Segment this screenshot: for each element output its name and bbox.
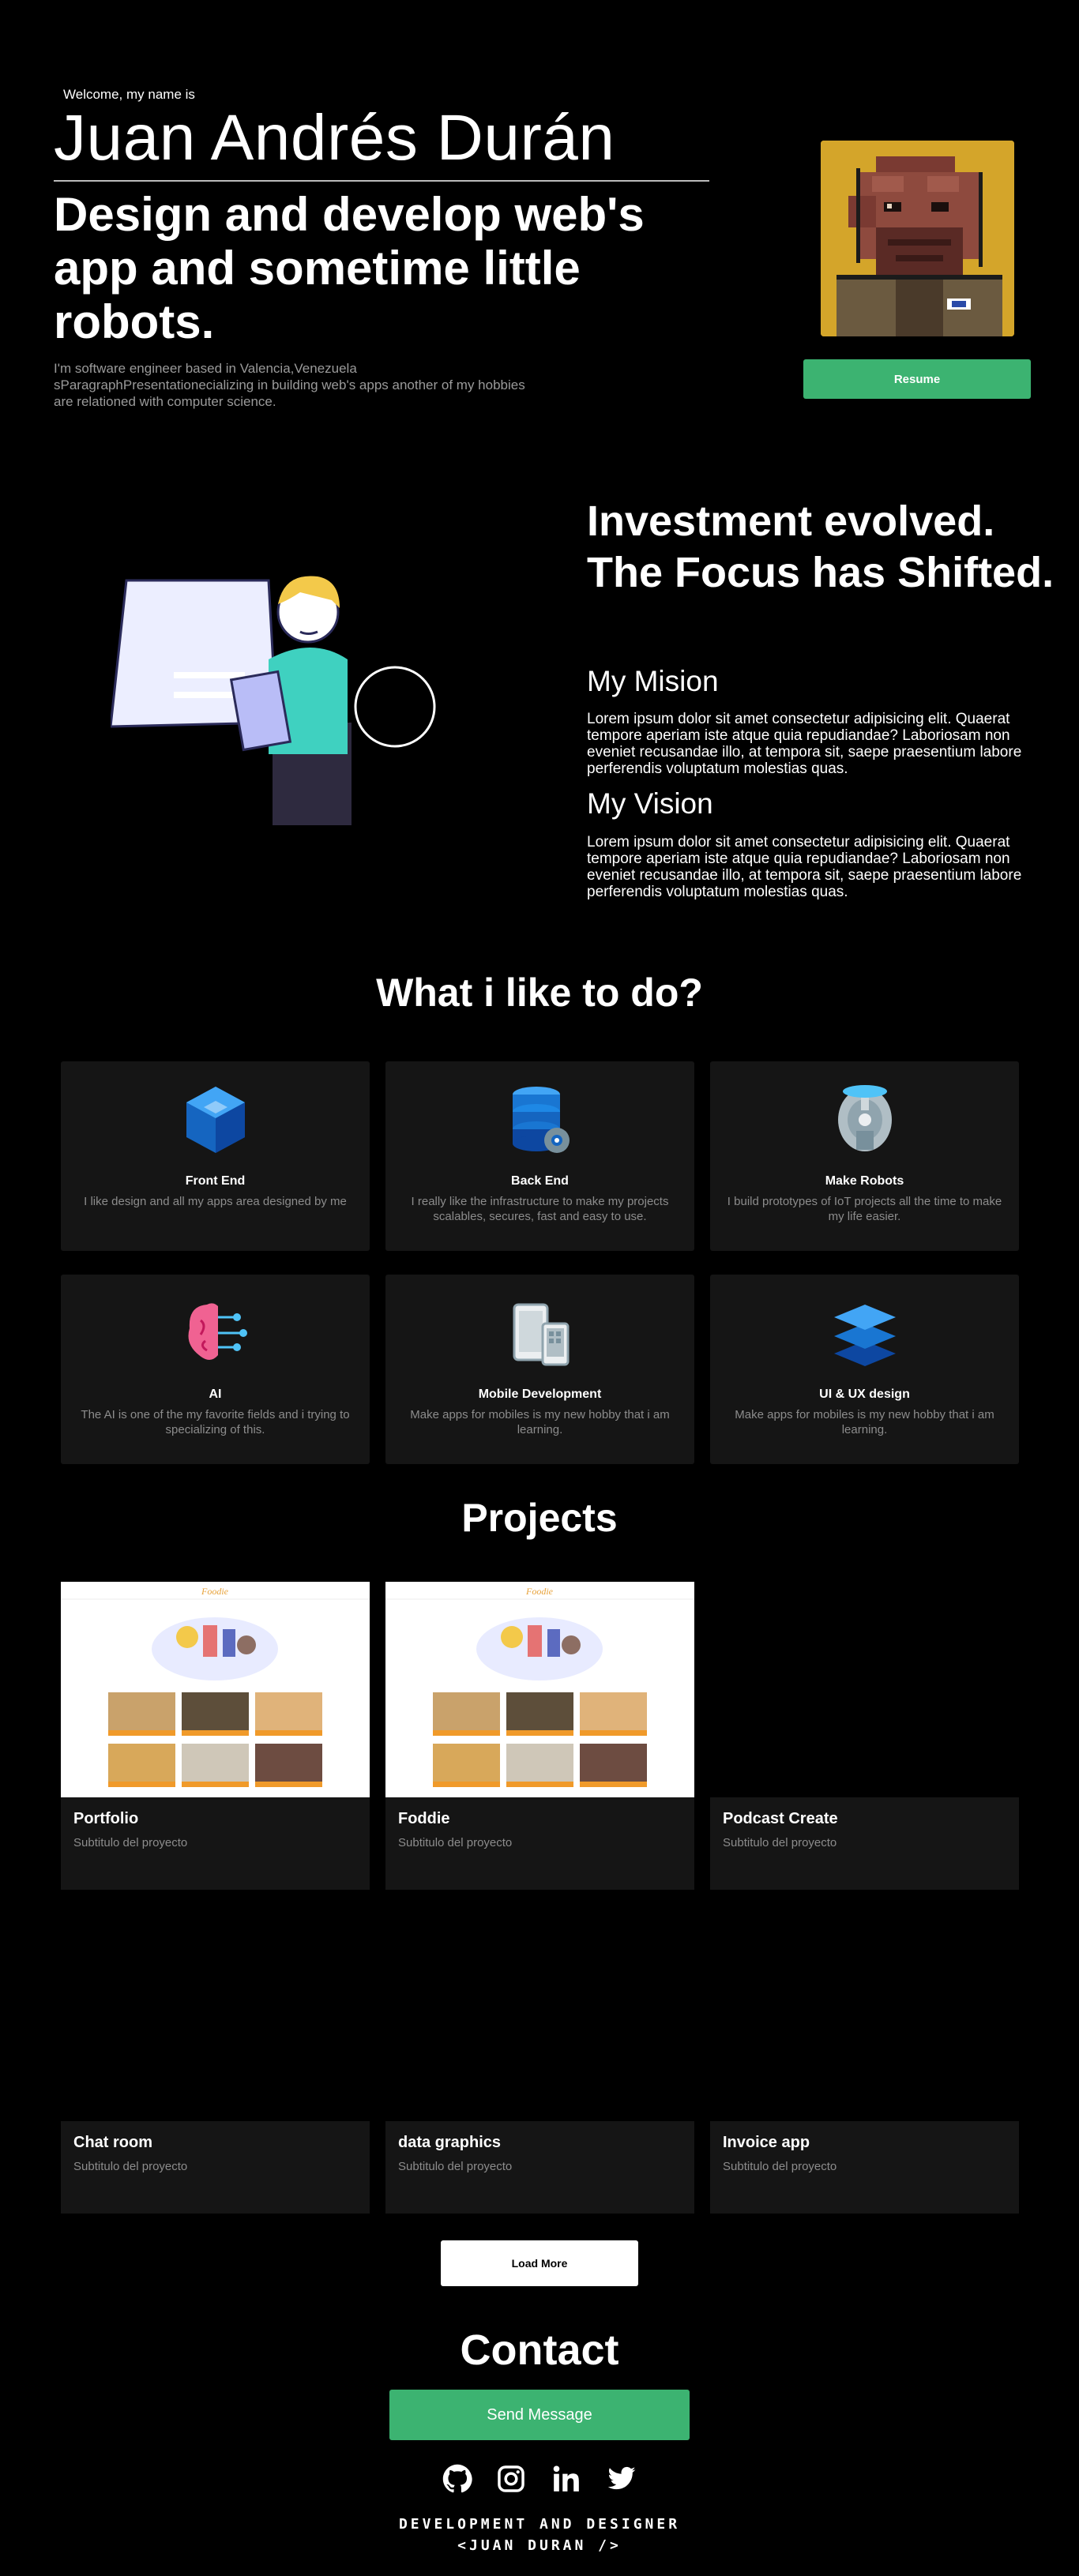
mision-text: Lorem ipsum dolor sit amet consectetur a…: [587, 711, 1022, 777]
project-screenshot: Foodie: [385, 1582, 694, 1797]
skill-card-ai: AI The AI is one of the my favorite fiel…: [61, 1275, 370, 1464]
instagram-icon[interactable]: [496, 2464, 526, 2494]
footer-line-2: <JUAN DURAN />: [457, 2537, 622, 2554]
card-desc: Make apps for mobiles is my new hobby th…: [410, 1408, 670, 1436]
skill-card-front-end: Front End I like design and all my apps …: [61, 1061, 370, 1251]
avatar: [821, 141, 1014, 336]
project-info: Portfolio Subtitulo del proyecto: [61, 1797, 370, 1890]
project-subtitle: Subtitulo del proyecto: [398, 2160, 513, 2173]
card-desc: Make apps for mobiles is my new hobby th…: [735, 1408, 994, 1436]
project-title: Invoice app: [723, 2134, 810, 2151]
vision-heading: My Vision: [587, 787, 713, 820]
project-card-invoice-app[interactable]: Invoice app Subtitulo del proyecto: [710, 1906, 1019, 2214]
send-message-button[interactable]: Send Message: [389, 2390, 690, 2440]
hero-section: Welcome, my name is Juan Andrés Durán De…: [0, 0, 1079, 442]
project-card-chat-room[interactable]: Chat room Subtitulo del proyecto: [61, 1906, 370, 2214]
social-links: [442, 2464, 640, 2495]
footer-line-1: DEVELOPMENT AND DESIGNER: [398, 2516, 681, 2533]
project-subtitle: Subtitulo del proyecto: [73, 2160, 188, 2173]
hero-tagline: Design and develop web's app and sometim…: [54, 188, 645, 348]
skill-card-mobile-development: Mobile Development Make apps for mobiles…: [385, 1275, 694, 1464]
project-subtitle: Subtitulo del proyecto: [73, 1836, 188, 1849]
card-desc: I really like the infrastructure to make…: [411, 1195, 669, 1223]
project-title: Chat room: [73, 2134, 152, 2151]
brain-circuit-icon: [183, 1297, 248, 1369]
card-title: Back End: [511, 1174, 569, 1188]
vision-text: Lorem ipsum dolor sit amet consectetur a…: [587, 834, 1022, 900]
load-more-button[interactable]: Load More: [441, 2240, 638, 2286]
project-title: Foddie: [398, 1810, 450, 1827]
layers-icon: [833, 1297, 897, 1369]
project-info: Invoice app Subtitulo del proyecto: [710, 2121, 1019, 2214]
devices-icon: [508, 1297, 573, 1369]
shot-brand-text: Foodie: [525, 1586, 554, 1597]
skill-card-back-end: Back End I really like the infrastructur…: [385, 1061, 694, 1251]
project-screenshot: [710, 1582, 1019, 1797]
card-title: AI: [209, 1388, 222, 1401]
mission-title: Investment evolved. The Focus has Shifte…: [587, 498, 1055, 596]
resume-button[interactable]: Resume: [803, 359, 1031, 399]
card-title: UI & UX design: [819, 1388, 910, 1401]
project-info: Chat room Subtitulo del proyecto: [61, 2121, 370, 2214]
project-info: Podcast Create Subtitulo del proyecto: [710, 1797, 1019, 1890]
skill-card-make-robots: Make Robots I build prototypes of IoT pr…: [710, 1061, 1019, 1251]
card-desc: I like design and all my apps area desig…: [84, 1195, 347, 1208]
project-subtitle: Subtitulo del proyecto: [723, 1836, 837, 1849]
welcome-text: Welcome, my name is: [63, 87, 195, 102]
spaceship-icon: [833, 1083, 897, 1156]
card-desc: I build prototypes of IoT projects all t…: [727, 1195, 1002, 1223]
intro-paragraph: I'm software engineer based in Valencia,…: [54, 361, 525, 409]
project-title: Portfolio: [73, 1810, 139, 1827]
project-info: data graphics Subtitulo del proyecto: [385, 2121, 694, 2214]
project-subtitle: Subtitulo del proyecto: [398, 1836, 513, 1849]
project-info: Foddie Subtitulo del proyecto: [385, 1797, 694, 1890]
pixel-avatar-icon: [821, 141, 1014, 336]
mision-heading: My Mision: [587, 665, 719, 697]
projects-title: Projects: [461, 1496, 618, 1540]
person-illustration: [109, 557, 442, 825]
project-screenshot: [710, 1906, 1019, 2121]
card-title: Front End: [185, 1174, 246, 1188]
skill-card-ui-ux-design: UI & UX design Make apps for mobiles is …: [710, 1275, 1019, 1464]
card-desc: The AI is one of the my favorite fields …: [81, 1408, 350, 1436]
project-card-podcast-create[interactable]: Podcast Create Subtitulo del proyecto: [710, 1582, 1019, 1890]
database-gear-icon: [508, 1083, 573, 1156]
project-screenshot: [61, 1906, 370, 2121]
card-title: Make Robots: [825, 1174, 904, 1188]
project-screenshot: Foodie: [61, 1582, 370, 1797]
person-with-document-icon: [109, 576, 436, 825]
cube-icon: [183, 1083, 248, 1156]
project-card-portfolio[interactable]: Foodie Portfolio Subtitulo del proyecto: [61, 1582, 370, 1890]
project-title: data graphics: [398, 2134, 502, 2151]
project-subtitle: Subtitulo del proyecto: [723, 2160, 837, 2173]
author-name: Juan Andrés Durán: [54, 102, 709, 182]
card-title: Mobile Development: [478, 1388, 602, 1401]
project-title: Podcast Create: [723, 1810, 838, 1827]
twitter-icon[interactable]: [607, 2464, 637, 2494]
project-card-foddie[interactable]: Foodie Foddie Subtitulo del proyecto: [385, 1582, 694, 1890]
likes-title: What i like to do?: [376, 971, 703, 1015]
linkedin-icon[interactable]: [551, 2464, 581, 2494]
project-screenshot: [385, 1906, 694, 2121]
shot-brand-text: Foodie: [201, 1586, 229, 1597]
contact-title: Contact: [460, 2326, 619, 2374]
github-icon[interactable]: [442, 2464, 472, 2494]
project-card-data-graphics[interactable]: data graphics Subtitulo del proyecto: [385, 1906, 694, 2214]
